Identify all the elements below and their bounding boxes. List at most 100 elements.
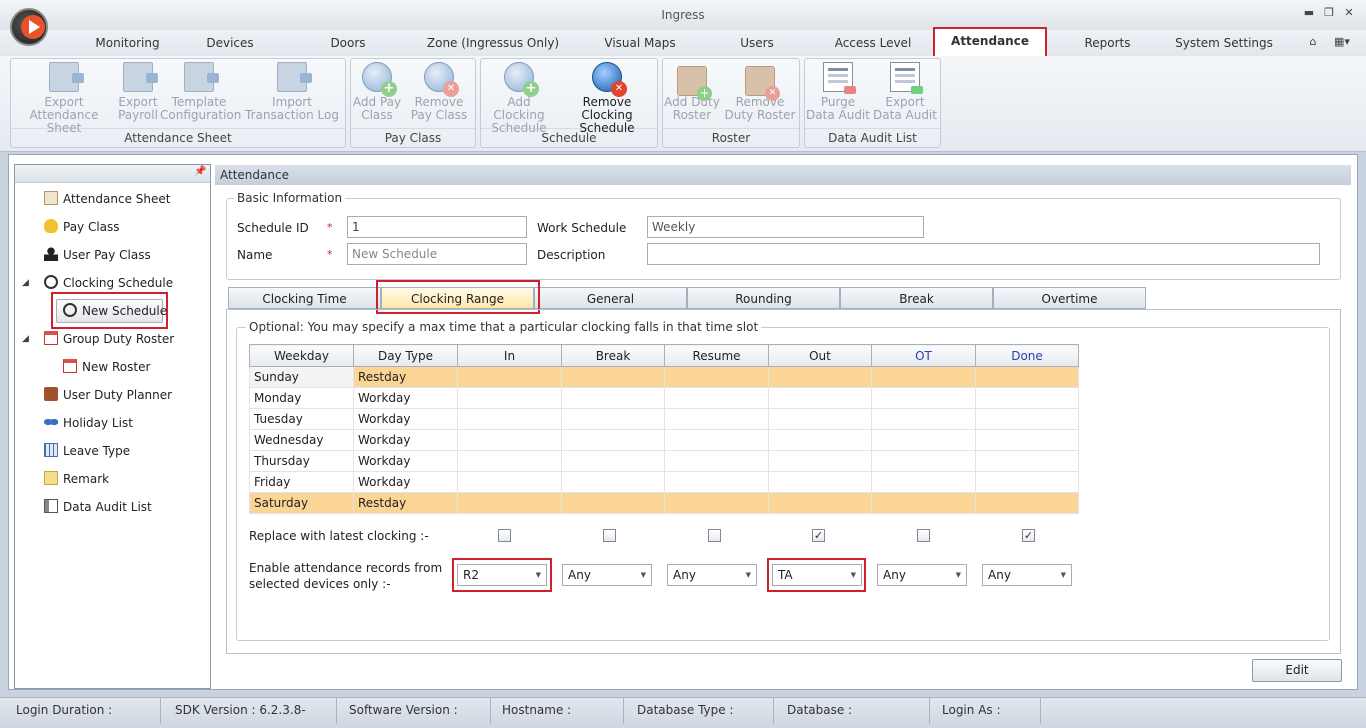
- resume-cell[interactable]: [664, 450, 769, 472]
- app-logo-icon[interactable]: [10, 8, 48, 46]
- tab-doors[interactable]: Doors: [308, 30, 388, 56]
- template-configuration-button[interactable]: Template Configuration: [160, 62, 241, 122]
- ot-cell[interactable]: [871, 450, 976, 472]
- nav-item-holiday-list[interactable]: Holiday List: [44, 412, 133, 434]
- add-duty-roster-button[interactable]: Add Duty Roster: [664, 62, 720, 122]
- remove-duty-roster-button[interactable]: Remove Duty Roster: [722, 62, 798, 122]
- column-header-out[interactable]: Out: [768, 344, 872, 367]
- collapse-clocking-schedule-icon[interactable]: ◢: [22, 278, 29, 288]
- table-row[interactable]: Tuesday Workday: [249, 408, 1079, 430]
- remove-clocking-schedule-button[interactable]: Remove Clocking Schedule: [558, 62, 656, 135]
- resume-cell[interactable]: [664, 492, 769, 514]
- table-row[interactable]: Monday Workday: [249, 387, 1079, 409]
- import-transaction-log-button[interactable]: Import Transaction Log: [240, 62, 344, 122]
- break-cell[interactable]: [561, 366, 665, 388]
- table-row[interactable]: Friday Workday: [249, 471, 1079, 493]
- ot-cell[interactable]: [871, 408, 976, 430]
- export-data-audit-button[interactable]: Export Data Audit: [872, 62, 938, 122]
- export-attendance-sheet-button[interactable]: Export Attendance Sheet: [14, 62, 114, 135]
- in-cell[interactable]: [457, 387, 562, 409]
- ot-cell[interactable]: [871, 366, 976, 388]
- tab-zone[interactable]: Zone (Ingressus Only): [418, 30, 568, 56]
- column-header-weekday[interactable]: Weekday: [249, 344, 354, 367]
- weekday-cell[interactable]: Sunday: [249, 366, 354, 388]
- column-header-in[interactable]: In: [457, 344, 562, 367]
- in-cell[interactable]: [457, 492, 562, 514]
- replace-out-checkbox[interactable]: ✓: [812, 529, 825, 542]
- nav-item-group-duty-roster[interactable]: Group Duty Roster: [44, 328, 174, 350]
- restore-icon[interactable]: ❐: [1322, 6, 1336, 19]
- table-row[interactable]: Sunday Restday: [249, 366, 1079, 388]
- tab-rounding[interactable]: Rounding: [687, 287, 840, 309]
- replace-break-checkbox[interactable]: [603, 529, 616, 542]
- out-cell[interactable]: [768, 366, 872, 388]
- day-type-cell[interactable]: Restday: [353, 492, 458, 514]
- break-cell[interactable]: [561, 492, 665, 514]
- weekday-cell[interactable]: Thursday: [249, 450, 354, 472]
- day-type-cell[interactable]: Workday: [353, 387, 458, 409]
- layout-icon[interactable]: ▦▾: [1330, 35, 1354, 48]
- add-clocking-schedule-button[interactable]: Add Clocking Schedule: [482, 62, 556, 135]
- minimize-icon[interactable]: ▬: [1302, 6, 1316, 19]
- day-type-cell[interactable]: Restday: [353, 366, 458, 388]
- name-field[interactable]: New Schedule: [347, 243, 527, 265]
- nav-item-clocking-schedule[interactable]: Clocking Schedule: [44, 272, 173, 294]
- tab-general[interactable]: General: [534, 287, 687, 309]
- done-cell[interactable]: [975, 408, 1079, 430]
- done-cell[interactable]: [975, 471, 1079, 493]
- break-cell[interactable]: [561, 429, 665, 451]
- done-cell[interactable]: [975, 492, 1079, 514]
- in-cell[interactable]: [457, 429, 562, 451]
- nav-item-new-schedule[interactable]: New Schedule: [63, 300, 167, 322]
- out-cell[interactable]: [768, 408, 872, 430]
- collapse-group-duty-roster-icon[interactable]: ◢: [22, 334, 29, 344]
- work-schedule-field[interactable]: Weekly: [647, 216, 924, 238]
- resume-cell[interactable]: [664, 387, 769, 409]
- tab-break[interactable]: Break: [840, 287, 993, 309]
- day-type-cell[interactable]: Workday: [353, 450, 458, 472]
- weekday-cell[interactable]: Tuesday: [249, 408, 354, 430]
- day-type-cell[interactable]: Workday: [353, 471, 458, 493]
- break-device-dropdown[interactable]: Any ▼: [562, 564, 652, 586]
- out-cell[interactable]: [768, 429, 872, 451]
- edit-button[interactable]: Edit: [1252, 659, 1342, 682]
- done-cell[interactable]: [975, 366, 1079, 388]
- ot-cell[interactable]: [871, 471, 976, 493]
- day-type-cell[interactable]: Workday: [353, 429, 458, 451]
- tab-access-level[interactable]: Access Level: [823, 30, 923, 56]
- resume-cell[interactable]: [664, 366, 769, 388]
- resume-cell[interactable]: [664, 429, 769, 451]
- out-cell[interactable]: [768, 471, 872, 493]
- tab-system-settings[interactable]: System Settings: [1168, 30, 1280, 56]
- done-device-dropdown[interactable]: Any ▼: [982, 564, 1072, 586]
- break-cell[interactable]: [561, 387, 665, 409]
- in-cell[interactable]: [457, 471, 562, 493]
- break-cell[interactable]: [561, 471, 665, 493]
- description-field[interactable]: [647, 243, 1320, 265]
- home-icon[interactable]: ⌂: [1306, 35, 1320, 48]
- purge-data-audit-button[interactable]: Purge Data Audit: [806, 62, 870, 122]
- in-cell[interactable]: [457, 408, 562, 430]
- out-device-dropdown[interactable]: TA ▼: [772, 564, 862, 586]
- close-icon[interactable]: ✕: [1342, 6, 1356, 19]
- tab-devices[interactable]: Devices: [190, 30, 270, 56]
- schedule-id-field[interactable]: 1: [347, 216, 527, 238]
- column-header-day-type[interactable]: Day Type: [353, 344, 458, 367]
- table-row[interactable]: Thursday Workday: [249, 450, 1079, 472]
- resume-cell[interactable]: [664, 471, 769, 493]
- nav-item-remark[interactable]: Remark: [44, 468, 109, 490]
- in-cell[interactable]: [457, 450, 562, 472]
- out-cell[interactable]: [768, 387, 872, 409]
- weekday-cell[interactable]: Wednesday: [249, 429, 354, 451]
- tab-clocking-time[interactable]: Clocking Time: [228, 287, 381, 309]
- ot-cell[interactable]: [871, 492, 976, 514]
- nav-item-pay-class[interactable]: Pay Class: [44, 216, 120, 238]
- nav-item-user-duty-planner[interactable]: User Duty Planner: [44, 384, 172, 406]
- replace-ot-checkbox[interactable]: [917, 529, 930, 542]
- nav-item-new-roster[interactable]: New Roster: [63, 356, 150, 378]
- column-header-resume[interactable]: Resume: [664, 344, 769, 367]
- break-cell[interactable]: [561, 450, 665, 472]
- ot-cell[interactable]: [871, 387, 976, 409]
- column-header-done[interactable]: Done: [975, 344, 1079, 367]
- break-cell[interactable]: [561, 408, 665, 430]
